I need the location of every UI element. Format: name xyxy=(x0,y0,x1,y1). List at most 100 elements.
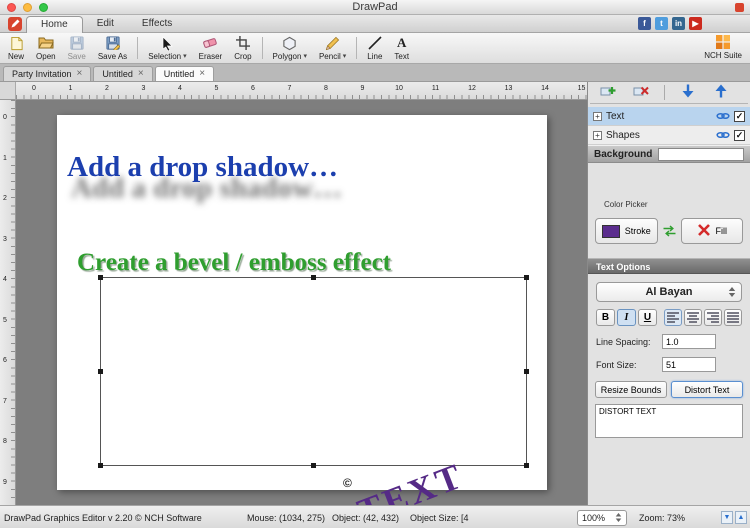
expand-icon[interactable]: + xyxy=(593,131,602,140)
open-button[interactable]: Open xyxy=(30,33,62,63)
pencil-button[interactable]: Pencil▾ xyxy=(313,33,352,63)
close-tab-icon[interactable]: × xyxy=(199,69,205,79)
move-layer-down-button[interactable] xyxy=(674,84,702,102)
align-left-button[interactable] xyxy=(664,309,682,326)
main-toolbar: NewOpenSaveSave AsSelection▾EraserCropPo… xyxy=(0,33,750,64)
linkedin-icon[interactable]: in xyxy=(672,17,685,30)
facebook-icon[interactable]: f xyxy=(638,17,651,30)
background-label: Background xyxy=(594,149,652,160)
background-row[interactable]: Background xyxy=(588,145,750,163)
visibility-checkbox[interactable]: ✓ xyxy=(734,111,745,122)
distort-text-object[interactable]: DISTORT TEXT xyxy=(148,430,494,505)
save-as-button[interactable]: Save As xyxy=(92,33,133,63)
doc-tab-untitled-1[interactable]: Untitled× xyxy=(93,66,152,81)
expand-icon[interactable]: + xyxy=(593,112,602,121)
resize-handle[interactable] xyxy=(311,463,316,468)
stepper-icon xyxy=(615,512,622,525)
text-button[interactable]: AText xyxy=(388,33,415,63)
object-size-text: Object Size: [4 xyxy=(410,513,472,523)
polygon-button[interactable]: Polygon▾ xyxy=(267,33,313,63)
font-family-select[interactable]: Al Bayan xyxy=(596,282,742,302)
layer-row-shapes[interactable]: +Shapes✓ xyxy=(588,126,750,145)
close-window-button[interactable] xyxy=(7,3,16,12)
align-justify-button[interactable] xyxy=(724,309,742,326)
doc-tab-untitled-2[interactable]: Untitled× xyxy=(155,66,214,81)
resize-handle[interactable] xyxy=(98,275,103,280)
drop-shadow-text-object[interactable]: Add a drop shadow… xyxy=(67,151,338,184)
line-spacing-input[interactable] xyxy=(662,334,716,349)
distort-text-button[interactable]: Distort Text xyxy=(671,381,743,398)
canvas-viewport[interactable]: Add a drop shadow… Create a bevel / embo… xyxy=(16,100,587,505)
align-center-button[interactable] xyxy=(684,309,702,326)
resize-handle[interactable] xyxy=(524,463,529,468)
app-version-text: DrawPad Graphics Editor v 2.20 © NCH Sof… xyxy=(4,513,202,523)
resize-handle[interactable] xyxy=(311,275,316,280)
tab-effects[interactable]: Effects xyxy=(128,15,186,33)
layer-row-text[interactable]: +Text✓ xyxy=(588,107,750,126)
layer-actions-toolbar xyxy=(590,84,748,104)
doc-tab-party-invitation-0[interactable]: Party Invitation× xyxy=(3,66,91,81)
underline-button[interactable]: U xyxy=(638,309,657,326)
chevron-down-icon: ▾ xyxy=(343,52,347,60)
tab-edit[interactable]: Edit xyxy=(83,15,128,33)
alignment-buttons xyxy=(664,309,742,326)
chevron-down-icon: ▾ xyxy=(303,52,307,60)
object-coordinates: Object: (42, 432) xyxy=(332,513,399,523)
bevel-emboss-text-object[interactable]: Create a bevel / emboss effect xyxy=(77,249,391,277)
ribbon-tab-strip: HomeEditEffects xyxy=(26,15,186,33)
visibility-checkbox[interactable]: ✓ xyxy=(734,130,745,141)
scroll-up-button[interactable]: ▲ xyxy=(735,511,747,524)
resize-bounds-button[interactable]: Resize Bounds xyxy=(595,381,667,398)
link-icon[interactable] xyxy=(716,129,730,141)
add-layer-button[interactable] xyxy=(594,84,622,102)
move-layer-up-button[interactable] xyxy=(707,84,735,102)
scroll-down-button[interactable]: ▼ xyxy=(721,511,733,524)
swap-colors-icon[interactable] xyxy=(662,224,677,238)
resize-handle[interactable] xyxy=(524,275,529,280)
crop-icon xyxy=(236,35,250,51)
nch-badge-icon[interactable] xyxy=(735,3,744,12)
close-tab-icon[interactable]: × xyxy=(138,69,144,79)
stroke-color-button[interactable]: Stroke xyxy=(595,218,658,244)
youtube-icon[interactable]: ▶ xyxy=(689,17,702,30)
link-icon[interactable] xyxy=(716,110,730,122)
background-color-swatch[interactable] xyxy=(658,148,744,161)
polygon-icon xyxy=(282,35,297,51)
resize-handle[interactable] xyxy=(524,369,529,374)
new-button[interactable]: New xyxy=(2,33,30,63)
align-right-button[interactable] xyxy=(704,309,722,326)
color-picker-title: Color Picker xyxy=(604,200,750,209)
zoom-percent-select[interactable]: 100% xyxy=(577,510,627,526)
move-layer-up-icon xyxy=(714,83,728,102)
zoom-window-button[interactable] xyxy=(39,3,48,12)
selection-icon xyxy=(161,35,174,51)
tab-home[interactable]: Home xyxy=(26,16,83,33)
traffic-lights xyxy=(7,3,48,12)
font-size-input[interactable] xyxy=(662,357,716,372)
text-content-area[interactable]: DISTORT TEXT xyxy=(595,404,743,438)
document-page[interactable]: Add a drop shadow… Create a bevel / embo… xyxy=(57,115,547,490)
minimize-window-button[interactable] xyxy=(23,3,32,12)
selection-button[interactable]: Selection▾ xyxy=(142,33,192,63)
line-button[interactable]: Line xyxy=(361,33,388,63)
selection-bounds[interactable]: © DISTORT TEXT xyxy=(100,277,527,466)
italic-button[interactable]: I xyxy=(617,309,636,326)
open-icon xyxy=(38,35,54,51)
bold-button[interactable]: B xyxy=(596,309,615,326)
layers-list: +Text✓+Shapes✓ xyxy=(588,107,750,145)
twitter-icon[interactable]: t xyxy=(655,17,668,30)
line-spacing-label: Line Spacing: xyxy=(596,337,651,347)
fill-color-button[interactable]: Fill xyxy=(681,218,744,244)
crop-button[interactable]: Crop xyxy=(228,33,257,63)
resize-handle[interactable] xyxy=(98,369,103,374)
stroke-color-swatch xyxy=(602,225,620,238)
fill-label: Fill xyxy=(716,226,728,236)
zoom-level-text: Zoom: 73% xyxy=(639,513,685,523)
status-bar: DrawPad Graphics Editor v 2.20 © NCH Sof… xyxy=(0,505,750,528)
delete-layer-button[interactable] xyxy=(627,84,655,102)
nch-suite-button[interactable]: NCH Suite xyxy=(704,34,742,60)
eraser-button[interactable]: Eraser xyxy=(193,33,229,63)
close-tab-icon[interactable]: × xyxy=(77,69,83,79)
resize-handle[interactable] xyxy=(98,463,103,468)
title-bar: DrawPad xyxy=(0,0,750,15)
